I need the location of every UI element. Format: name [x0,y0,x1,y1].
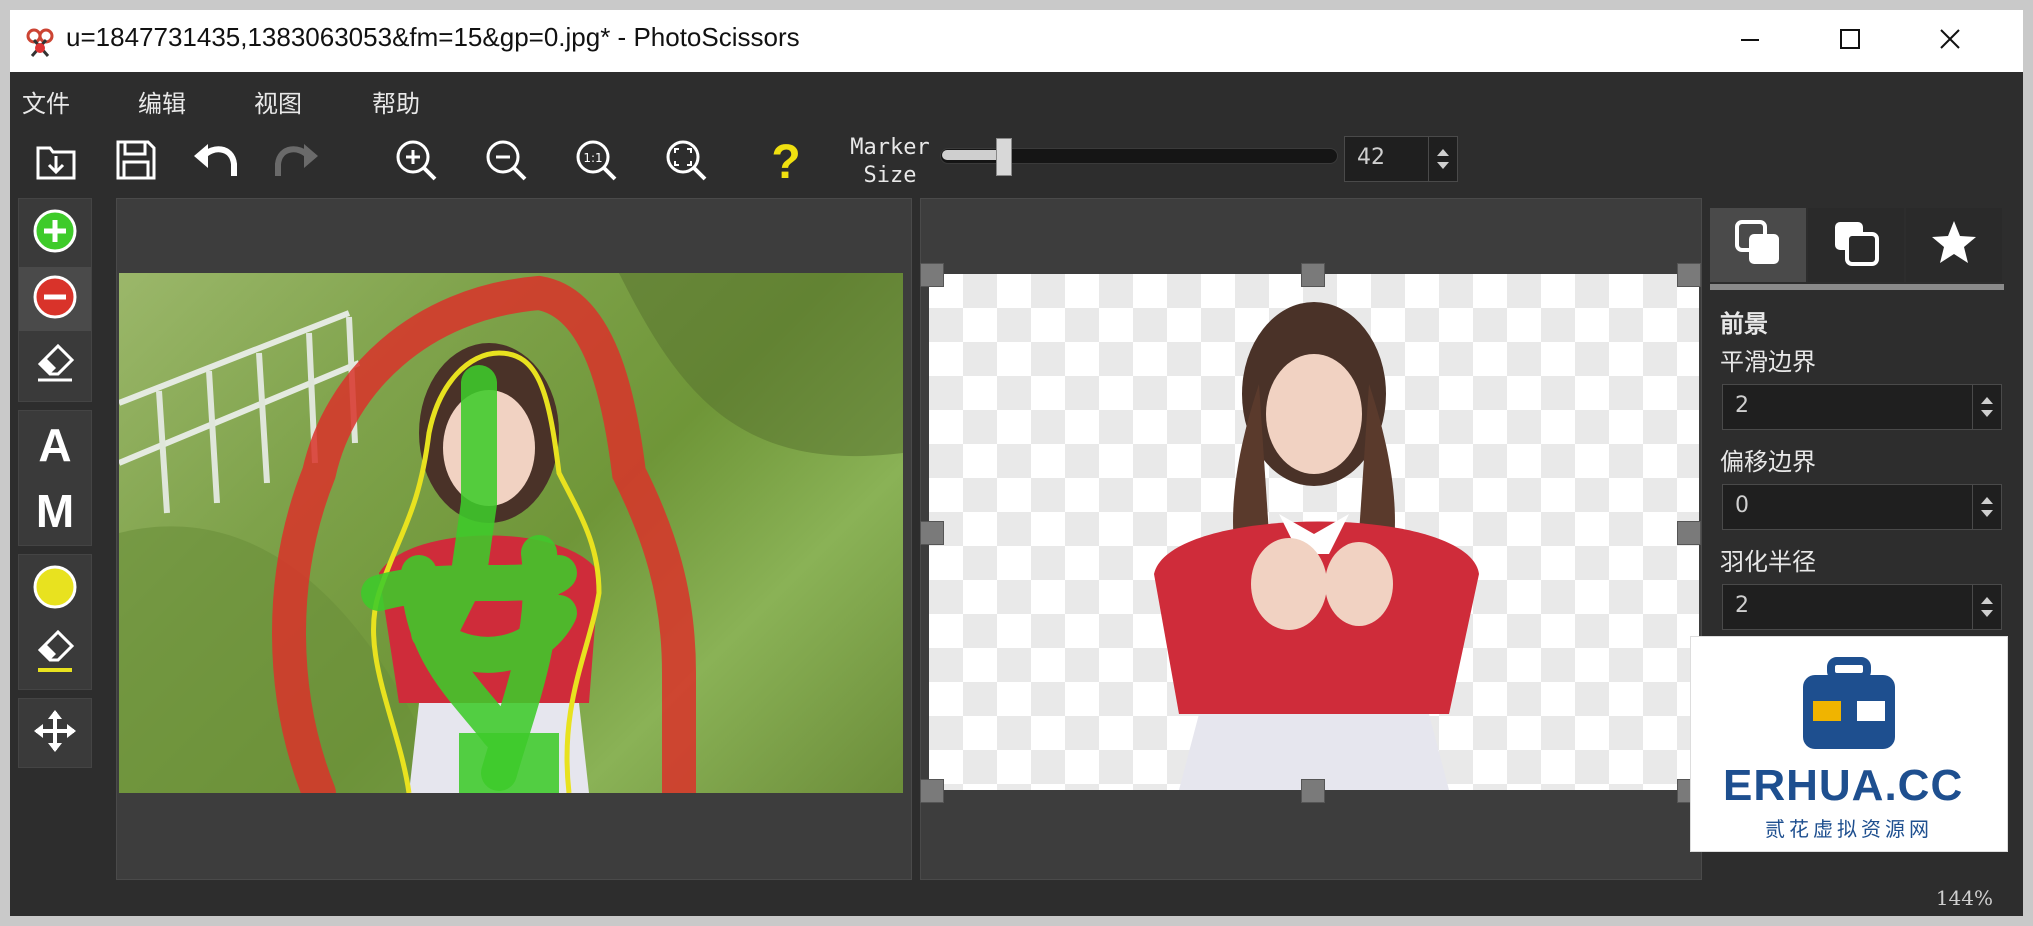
maximize-button[interactable] [1800,10,1900,72]
background-marker-icon [32,274,78,324]
offset-edge-spinbox[interactable]: 0 [1722,484,2002,530]
star-tab-icon [1929,218,1979,272]
background-marker-button[interactable] [19,267,91,331]
save-button[interactable] [106,134,166,190]
edge-color-icon [32,564,78,614]
tab-effects[interactable] [1906,208,2002,282]
edge-eraser-button[interactable] [19,623,91,687]
result-pane [920,198,1702,880]
window-title: u=1847731435,1383063053&fm=15&gp=0.jpg* … [66,22,800,52]
crop-handle-top-left[interactable] [920,263,944,287]
edge-tool-group [18,554,92,690]
auto-mode-button[interactable]: A [19,413,91,477]
edge-eraser-icon [32,629,78,680]
crop-handle-middle-right[interactable] [1677,521,1701,545]
zoom-fit-icon [664,138,708,186]
zoom-fit-button[interactable] [656,134,716,190]
spin-up-icon[interactable] [1981,397,1993,404]
briefcase-logo-icon [1799,657,1899,757]
foreground-marker-icon [32,208,78,258]
open-icon [34,138,78,186]
source-image[interactable] [119,273,903,793]
marker-size-slider-thumb[interactable] [996,138,1012,176]
source-pane [116,198,912,880]
eraser-icon [32,340,78,390]
background-tab-icon [1831,218,1881,272]
spin-down-icon[interactable] [1981,610,1993,617]
redo-icon [272,138,320,186]
spin-up-icon[interactable] [1981,597,1993,604]
crop-handle-bottom-left[interactable] [920,779,944,803]
open-button[interactable] [26,134,86,190]
zoom-out-icon [484,138,528,186]
menu-view[interactable]: 视图 [254,84,302,119]
menu-bar: 文件 编辑 视图 帮助 [10,72,2023,126]
zoom-out-button[interactable] [476,134,536,190]
maximize-icon [1839,28,1861,54]
zoom-in-button[interactable] [386,134,446,190]
zoom-in-icon [394,138,438,186]
zoom-level: 144% [1935,886,1993,910]
menu-help[interactable]: 帮助 [372,84,420,119]
marker-size-spinbox[interactable]: 42 [1344,136,1458,182]
photoscissors-app-icon [24,26,56,58]
undo-icon [192,138,240,186]
edge-color-button[interactable] [19,557,91,621]
marker-tool-group [18,198,92,402]
help-icon: ? [771,135,801,189]
foreground-tab-icon [1733,218,1783,272]
left-tool-panel: A M [10,198,100,916]
menu-edit[interactable]: 编辑 [138,84,186,119]
move-icon [32,708,78,758]
marker-size-value: 42 [1357,145,1385,170]
close-icon [1939,28,1961,54]
offset-edge-label: 偏移边界 [1720,448,1816,476]
smooth-edge-value: 2 [1735,393,1749,418]
tab-indicator [1710,284,2004,290]
help-button[interactable]: ? [756,134,816,190]
feather-radius-label: 羽化半径 [1720,548,1816,576]
zoom-actual-button[interactable]: 1:1 [566,134,626,190]
minimize-button[interactable] [1700,10,1800,72]
redo-button[interactable] [266,134,326,190]
save-icon [114,138,158,186]
marker-size-label: Marker Size [850,135,930,188]
menu-file[interactable]: 文件 [22,84,70,119]
feather-radius-spinbox[interactable]: 2 [1722,584,2002,630]
close-button[interactable] [1900,10,2000,72]
zoom-actual-icon: 1:1 [574,138,618,186]
smooth-edge-label: 平滑边界 [1720,348,1816,376]
smooth-edge-spinbox[interactable]: 2 [1722,384,2002,430]
spin-up-icon[interactable] [1981,497,1993,504]
title-bar: u=1847731435,1383063053&fm=15&gp=0.jpg* … [10,10,2023,72]
spin-down-icon[interactable] [1437,162,1449,169]
eraser-button[interactable] [19,333,91,397]
spin-down-icon[interactable] [1981,510,1993,517]
move-button[interactable] [19,701,91,765]
minimize-icon [1739,28,1761,54]
foreground-marker-button[interactable] [19,201,91,265]
tab-background[interactable] [1808,208,1904,282]
tab-foreground[interactable] [1710,208,1806,282]
watermark-logo: ERHUA.CC 贰花虚拟资源网 [1690,636,2008,852]
result-image[interactable] [929,274,1699,790]
watermark-brand: ERHUA.CC [1723,761,1964,810]
spin-down-icon[interactable] [1981,410,1993,417]
crop-handle-bottom-center[interactable] [1301,779,1325,803]
spin-up-icon[interactable] [1437,149,1449,156]
marker-size-slider-fill [942,150,1004,160]
manual-mode-button[interactable]: M [19,479,91,543]
feather-radius-value: 2 [1735,593,1749,618]
undo-button[interactable] [186,134,246,190]
section-title: 前景 [1720,310,1768,338]
move-tool-group [18,698,92,768]
crop-handle-middle-left[interactable] [920,521,944,545]
mode-tool-group: A M [18,410,92,546]
offset-edge-value: 0 [1735,493,1749,518]
crop-handle-top-center[interactable] [1301,263,1325,287]
watermark-subtitle: 贰花虚拟资源网 [1765,817,1933,841]
crop-handle-top-right[interactable] [1677,263,1701,287]
svg-text:1:1: 1:1 [583,151,602,165]
